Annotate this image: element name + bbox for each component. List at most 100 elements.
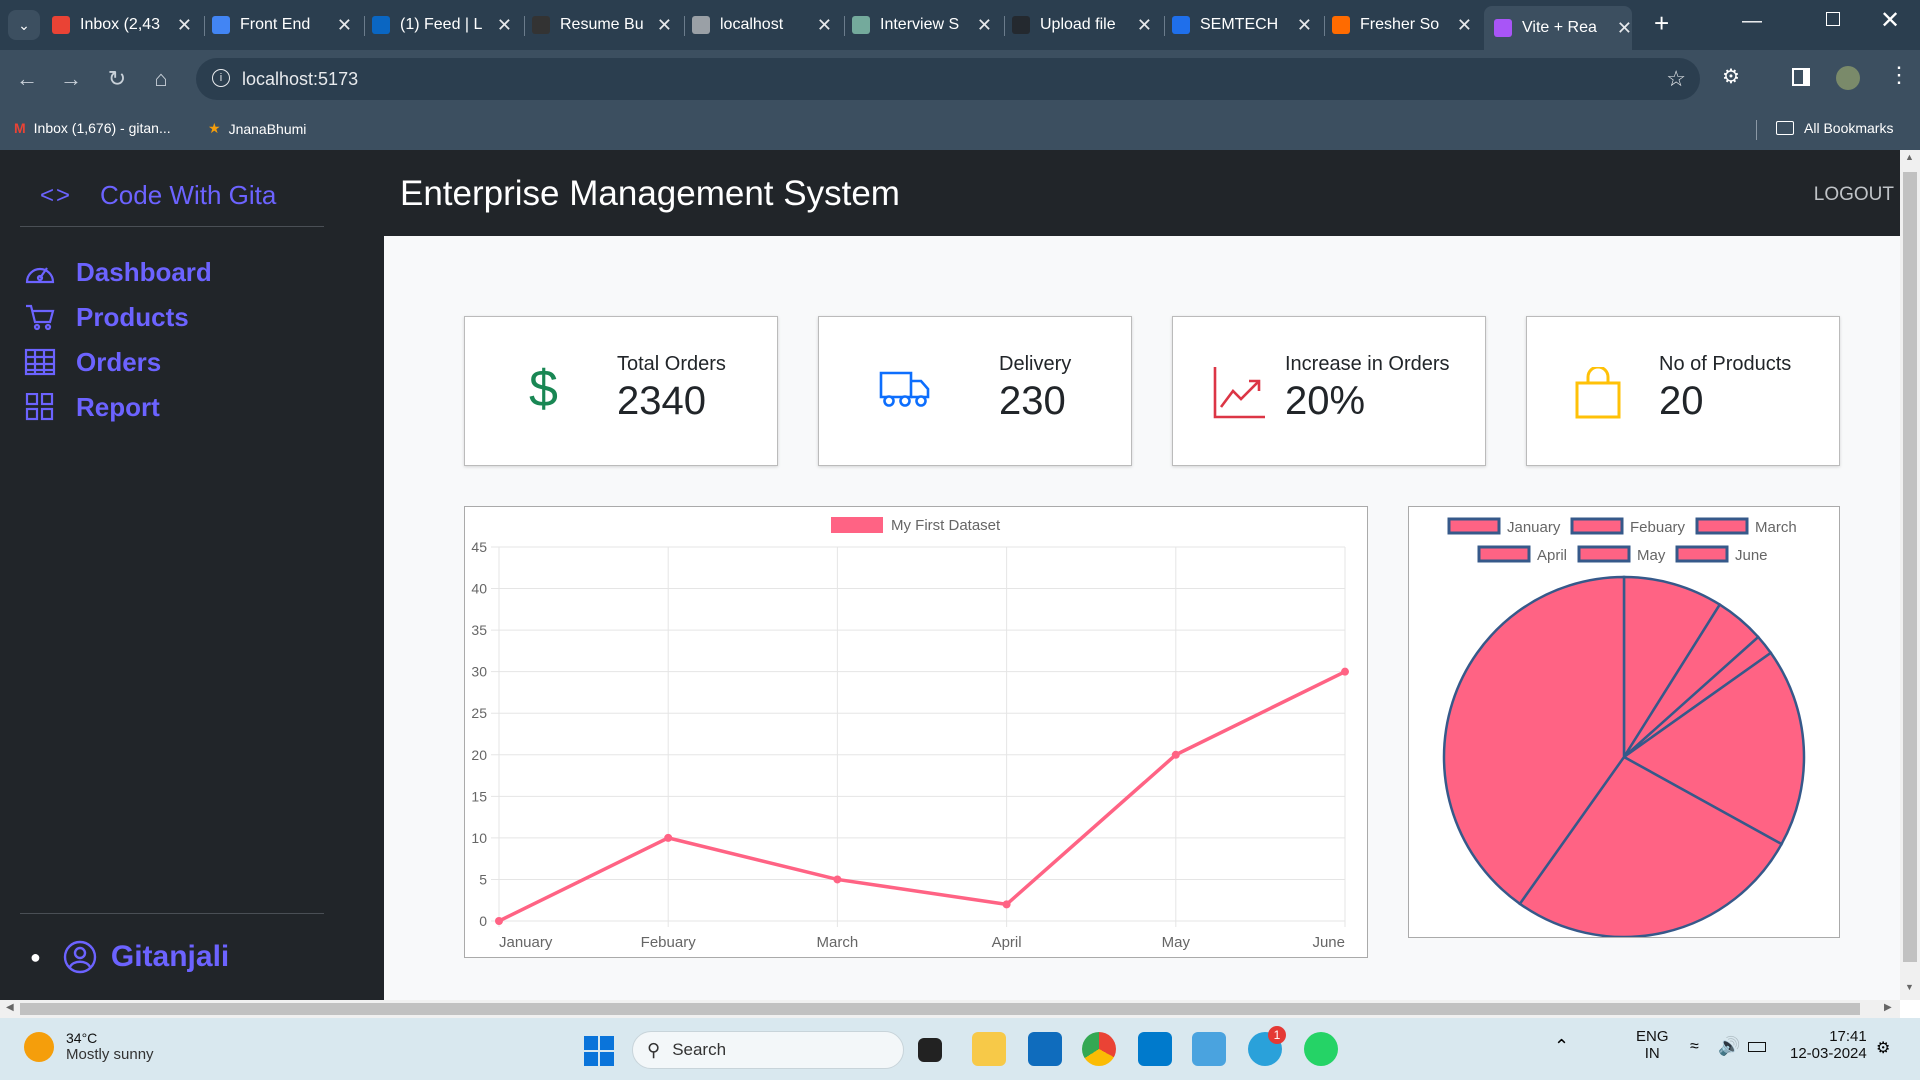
tab-close-icon[interactable]: ✕ bbox=[657, 15, 672, 36]
tab-favicon-icon bbox=[692, 16, 710, 34]
sidebar-item-orders[interactable]: Orders bbox=[24, 342, 161, 382]
browser-tab[interactable]: Resume Bu ✕ bbox=[532, 8, 672, 42]
data-point bbox=[833, 875, 842, 884]
forward-button[interactable]: → bbox=[56, 64, 86, 94]
browser-tab[interactable]: Interview S ✕ bbox=[852, 8, 992, 42]
address-text: localhost:5173 bbox=[242, 68, 359, 89]
legend-label: January bbox=[1507, 519, 1561, 536]
new-tab-button[interactable]: + bbox=[1654, 8, 1669, 39]
browser-menu-icon[interactable]: ⋮ bbox=[1888, 62, 1910, 88]
start-button[interactable] bbox=[584, 1036, 614, 1066]
tab-title: Fresher So bbox=[1360, 16, 1440, 33]
browser-tab[interactable]: (1) Feed | L ✕ bbox=[372, 8, 512, 42]
sidebar-item-products[interactable]: Products bbox=[24, 297, 189, 337]
telegram-icon[interactable]: 1 bbox=[1248, 1026, 1286, 1066]
sun-icon bbox=[24, 1031, 54, 1062]
task-view-icon[interactable] bbox=[918, 1038, 942, 1062]
y-tick-label: 25 bbox=[471, 705, 487, 721]
tab-close-icon[interactable]: ✕ bbox=[817, 15, 832, 36]
volume-icon[interactable]: 🔊 bbox=[1718, 1036, 1740, 1057]
chrome-icon[interactable] bbox=[1082, 1032, 1116, 1066]
bookmark-star-icon[interactable]: ☆ bbox=[1666, 66, 1686, 92]
back-button[interactable]: ← bbox=[12, 64, 42, 94]
tab-title: Upload file bbox=[1040, 16, 1116, 33]
clock[interactable]: 17:41 12-03-2024 bbox=[1790, 1028, 1867, 1062]
scroll-left-arrow[interactable]: ◀ bbox=[6, 1002, 14, 1013]
tab-favicon-icon bbox=[1012, 16, 1030, 34]
tab-close-icon[interactable]: ✕ bbox=[497, 15, 512, 36]
scroll-thumb[interactable] bbox=[1903, 172, 1917, 962]
gmail-icon: M bbox=[14, 120, 26, 136]
browser-tab[interactable]: Fresher So ✕ bbox=[1332, 8, 1472, 42]
legend-label: April bbox=[1537, 547, 1567, 564]
restore-button[interactable] bbox=[1826, 12, 1840, 26]
dashboard-content: $ Total Orders 2340 Delivery 230 Increas… bbox=[384, 236, 1900, 1000]
bookmarks-bar: M Inbox (1,676) - gitan... ★ JnanaBhumi … bbox=[0, 108, 1920, 150]
tab-title: (1) Feed | L bbox=[400, 16, 483, 33]
sidebar-item-report[interactable]: Report bbox=[24, 387, 160, 427]
y-tick-label: 40 bbox=[471, 581, 487, 597]
scroll-down-arrow[interactable]: ▼ bbox=[1905, 982, 1914, 992]
tab-favicon-icon bbox=[852, 16, 870, 34]
all-bookmarks[interactable]: All Bookmarks bbox=[1776, 120, 1893, 136]
stat-card-value: 2340 bbox=[617, 379, 706, 423]
bookmark-gmail[interactable]: M Inbox (1,676) - gitan... bbox=[14, 120, 171, 136]
site-info-icon[interactable]: i bbox=[212, 69, 230, 87]
reload-button[interactable]: ↻ bbox=[102, 64, 132, 94]
bookmark-jnanabhumi[interactable]: ★ JnanaBhumi bbox=[208, 120, 306, 137]
tab-close-icon[interactable]: ✕ bbox=[1617, 18, 1632, 39]
tab-close-icon[interactable]: ✕ bbox=[337, 15, 352, 36]
tab-search-button[interactable]: ⌄ bbox=[8, 10, 40, 40]
tab-close-icon[interactable]: ✕ bbox=[1457, 15, 1472, 36]
sidebar-item-dashboard[interactable]: Dashboard bbox=[24, 252, 212, 292]
browser-tab[interactable]: Vite + Rea ✕ bbox=[1484, 6, 1632, 50]
file-explorer-icon[interactable] bbox=[972, 1032, 1006, 1066]
battery-icon[interactable] bbox=[1748, 1042, 1766, 1052]
browser-tab[interactable]: SEMTECH ✕ bbox=[1172, 8, 1312, 42]
scroll-right-arrow[interactable]: ▶ bbox=[1884, 1002, 1892, 1013]
logout-button[interactable]: LOGOUT bbox=[1814, 184, 1894, 206]
taskbar-search[interactable]: ⚲ Search bbox=[632, 1031, 904, 1069]
browser-tab[interactable]: localhost ✕ bbox=[692, 8, 832, 42]
language-indicator[interactable]: ENG IN bbox=[1636, 1028, 1669, 1062]
outlook-icon[interactable] bbox=[1028, 1032, 1062, 1066]
stat-card-products: No of Products 20 bbox=[1526, 316, 1840, 466]
tray-overflow-icon[interactable]: ⌃ bbox=[1554, 1036, 1569, 1057]
whatsapp-icon[interactable] bbox=[1304, 1032, 1338, 1066]
scroll-up-arrow[interactable]: ▲ bbox=[1905, 152, 1914, 162]
sidebar: <> Code With Gita Dashboard Products Ord… bbox=[0, 150, 384, 1000]
browser-tab[interactable]: Upload file ✕ bbox=[1012, 8, 1152, 42]
notepad-icon[interactable] bbox=[1192, 1032, 1226, 1066]
legend-swatch bbox=[1675, 545, 1729, 563]
weather-desc: Mostly sunny bbox=[66, 1046, 154, 1063]
person-circle-icon bbox=[63, 940, 97, 974]
home-button[interactable]: ⌂ bbox=[146, 64, 176, 94]
legend-swatch bbox=[1577, 545, 1631, 563]
address-bar[interactable]: i localhost:5173 ☆ bbox=[196, 58, 1700, 100]
browser-tab[interactable]: Front End ✕ bbox=[212, 8, 352, 42]
minimize-button[interactable]: — bbox=[1742, 10, 1762, 33]
user-menu[interactable]: ● Gitanjali bbox=[30, 940, 229, 974]
extensions-icon[interactable]: ⚙ bbox=[1722, 64, 1740, 89]
horizontal-scrollbar[interactable]: ◀ ▶ bbox=[0, 1000, 1900, 1018]
tab-favicon-icon bbox=[1332, 16, 1350, 34]
close-window-button[interactable]: ✕ bbox=[1880, 6, 1900, 35]
page-title: Enterprise Management System bbox=[400, 174, 900, 213]
side-panel-icon[interactable] bbox=[1792, 68, 1810, 86]
scroll-thumb[interactable] bbox=[20, 1003, 1860, 1015]
sidebar-item-label: Report bbox=[76, 391, 160, 422]
profile-avatar[interactable] bbox=[1836, 66, 1860, 90]
browser-tab[interactable]: Inbox (2,43 ✕ bbox=[52, 8, 192, 42]
legend-swatch bbox=[1447, 517, 1501, 535]
y-tick-label: 0 bbox=[479, 913, 487, 929]
tab-close-icon[interactable]: ✕ bbox=[1137, 15, 1152, 36]
tab-close-icon[interactable]: ✕ bbox=[977, 15, 992, 36]
brand[interactable]: <> Code With Gita bbox=[40, 180, 276, 211]
notifications-icon[interactable]: ⚙ bbox=[1876, 1038, 1890, 1058]
tab-close-icon[interactable]: ✕ bbox=[177, 15, 192, 36]
vertical-scrollbar[interactable]: ▲ ▼ bbox=[1900, 150, 1920, 1000]
vscode-icon[interactable] bbox=[1138, 1032, 1172, 1066]
wifi-icon[interactable]: ≈ bbox=[1690, 1038, 1699, 1056]
weather-widget[interactable]: 34°C Mostly sunny bbox=[24, 1030, 154, 1063]
tab-close-icon[interactable]: ✕ bbox=[1297, 15, 1312, 36]
